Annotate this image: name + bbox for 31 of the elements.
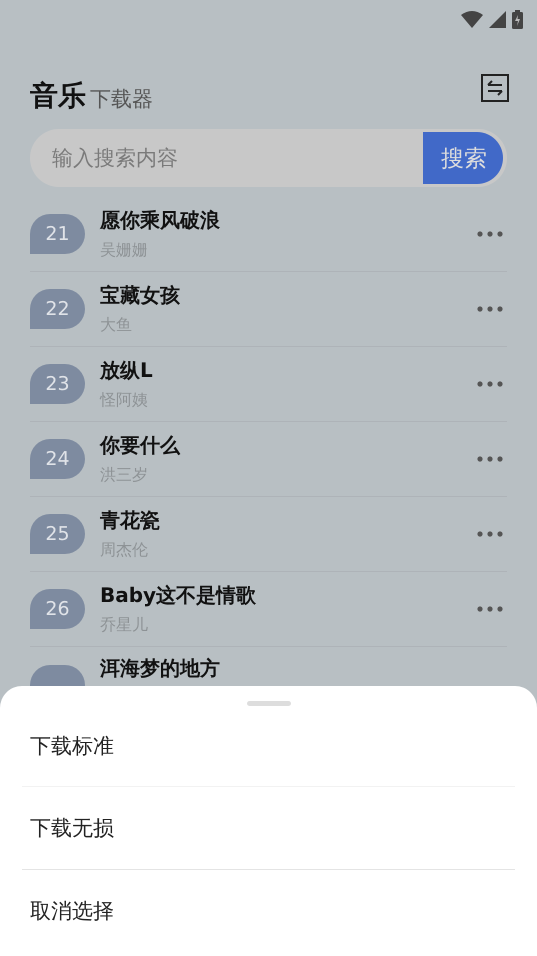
signal-icon <box>489 10 506 28</box>
sheet-option[interactable]: 下载无损 <box>22 787 515 869</box>
track-number: 21 <box>30 214 85 254</box>
more-icon[interactable] <box>477 456 503 462</box>
track-number: 22 <box>30 289 85 329</box>
song-title[interactable]: 你要什么 <box>100 432 180 459</box>
wifi-icon <box>461 10 483 28</box>
track-number: 25 <box>30 514 85 554</box>
app-subtitle: 下载器 <box>90 89 153 110</box>
sheet-option[interactable]: 取消选择 <box>22 870 515 952</box>
track-number: 24 <box>30 439 85 479</box>
swap-icon[interactable] <box>481 74 509 102</box>
more-icon[interactable] <box>477 381 503 387</box>
song-title[interactable]: Baby这不是情歌 <box>100 582 256 609</box>
more-icon[interactable] <box>477 306 503 312</box>
more-icon[interactable] <box>477 231 503 237</box>
search-button[interactable]: 搜索 <box>423 132 503 184</box>
more-icon[interactable] <box>477 606 503 612</box>
song-title[interactable]: 愿你乘风破浪 <box>100 207 220 234</box>
song-title[interactable]: 宝藏女孩 <box>100 282 180 309</box>
more-icon[interactable] <box>477 531 503 537</box>
song-title[interactable]: 青花瓷 <box>100 507 160 534</box>
track-number: 26 <box>30 589 85 629</box>
song-title[interactable]: 放纵L <box>100 357 153 384</box>
search-field[interactable]: 输入搜索内容 搜索 <box>30 129 507 187</box>
app-title: 音乐 <box>30 82 86 110</box>
track-number: 23 <box>30 364 85 404</box>
battery-icon <box>512 10 523 28</box>
sheet-option[interactable]: 下载标准 <box>22 706 515 786</box>
song-title[interactable]: 洱海梦的地方 <box>100 655 220 682</box>
drag-handle[interactable] <box>246 701 290 706</box>
